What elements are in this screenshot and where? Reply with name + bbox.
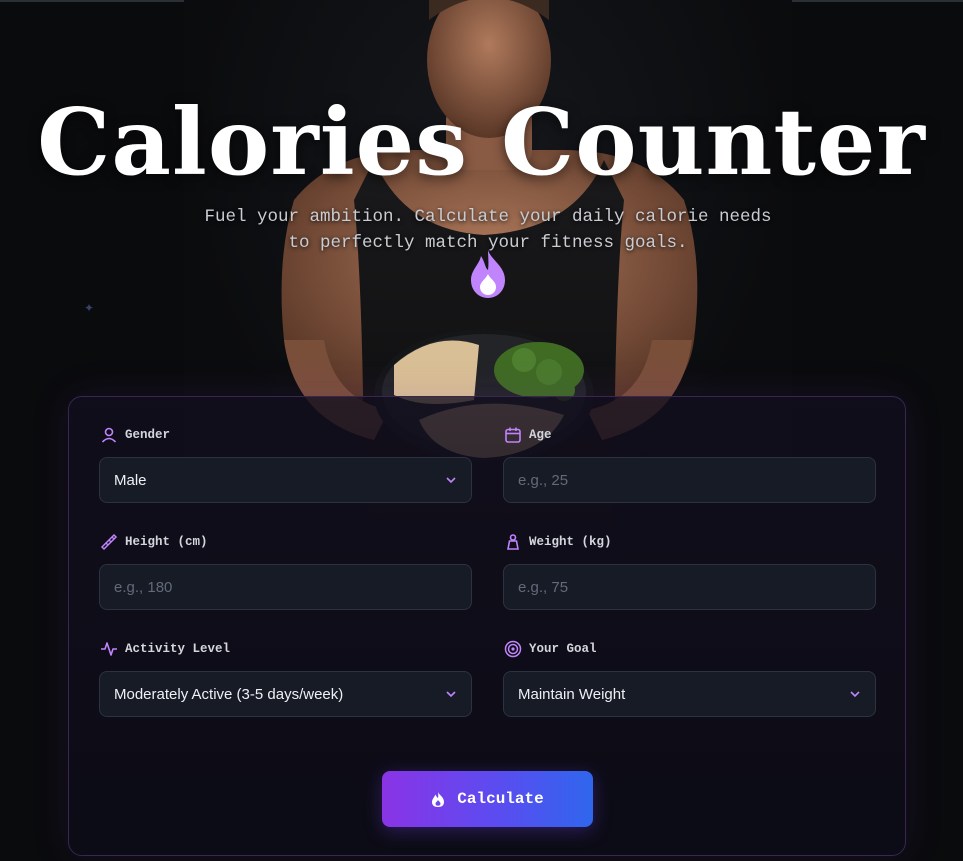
age-input[interactable]: e.g., 25 (503, 457, 876, 503)
flame-icon (471, 250, 505, 298)
goal-label: Your Goal (504, 640, 597, 658)
goal-select[interactable]: Maintain Weight (503, 671, 876, 717)
calculate-button-label: Calculate (457, 790, 544, 808)
activity-icon (101, 642, 117, 656)
gender-label: Gender (100, 426, 170, 444)
weight-icon (507, 534, 519, 550)
target-icon (504, 640, 522, 658)
chevron-down-icon (850, 691, 860, 698)
weight-input-placeholder: e.g., 75 (518, 578, 569, 596)
page-title: Calories Counter (37, 88, 926, 196)
subtitle-line-1: Fuel your ambition. Calculate your daily… (204, 207, 772, 227)
chevron-down-icon (446, 477, 456, 484)
age-label-text: Age (529, 428, 552, 442)
weight-input[interactable]: e.g., 75 (503, 564, 876, 610)
goal-select-value: Maintain Weight (518, 685, 626, 703)
age-label: Age (504, 426, 552, 444)
height-input-placeholder: e.g., 180 (114, 578, 173, 596)
weight-label: Weight (kg) (504, 533, 612, 551)
height-label: Height (cm) (100, 533, 208, 551)
gender-label-text: Gender (125, 428, 171, 442)
age-input-placeholder: e.g., 25 (518, 471, 569, 489)
activity-label-text: Activity Level (125, 642, 231, 656)
chevron-down-icon (446, 691, 456, 698)
flame-icon (432, 791, 445, 807)
ruler-icon (100, 533, 118, 551)
weight-label-text: Weight (kg) (529, 535, 612, 549)
calculate-button[interactable]: Calculate (382, 771, 593, 827)
height-label-text: Height (cm) (125, 535, 208, 549)
activity-select-value: Moderately Active (3-5 days/week) (114, 685, 344, 703)
sparkle-icon: ✦ (84, 301, 95, 315)
activity-select[interactable]: Moderately Active (3-5 days/week) (99, 671, 472, 717)
calendar-icon (505, 427, 521, 443)
gender-select[interactable]: Male (99, 457, 472, 503)
activity-label: Activity Level (100, 640, 230, 658)
goal-label-text: Your Goal (529, 642, 597, 656)
user-icon (101, 427, 117, 443)
gender-select-value: Male (114, 471, 147, 489)
height-input[interactable]: e.g., 180 (99, 564, 472, 610)
